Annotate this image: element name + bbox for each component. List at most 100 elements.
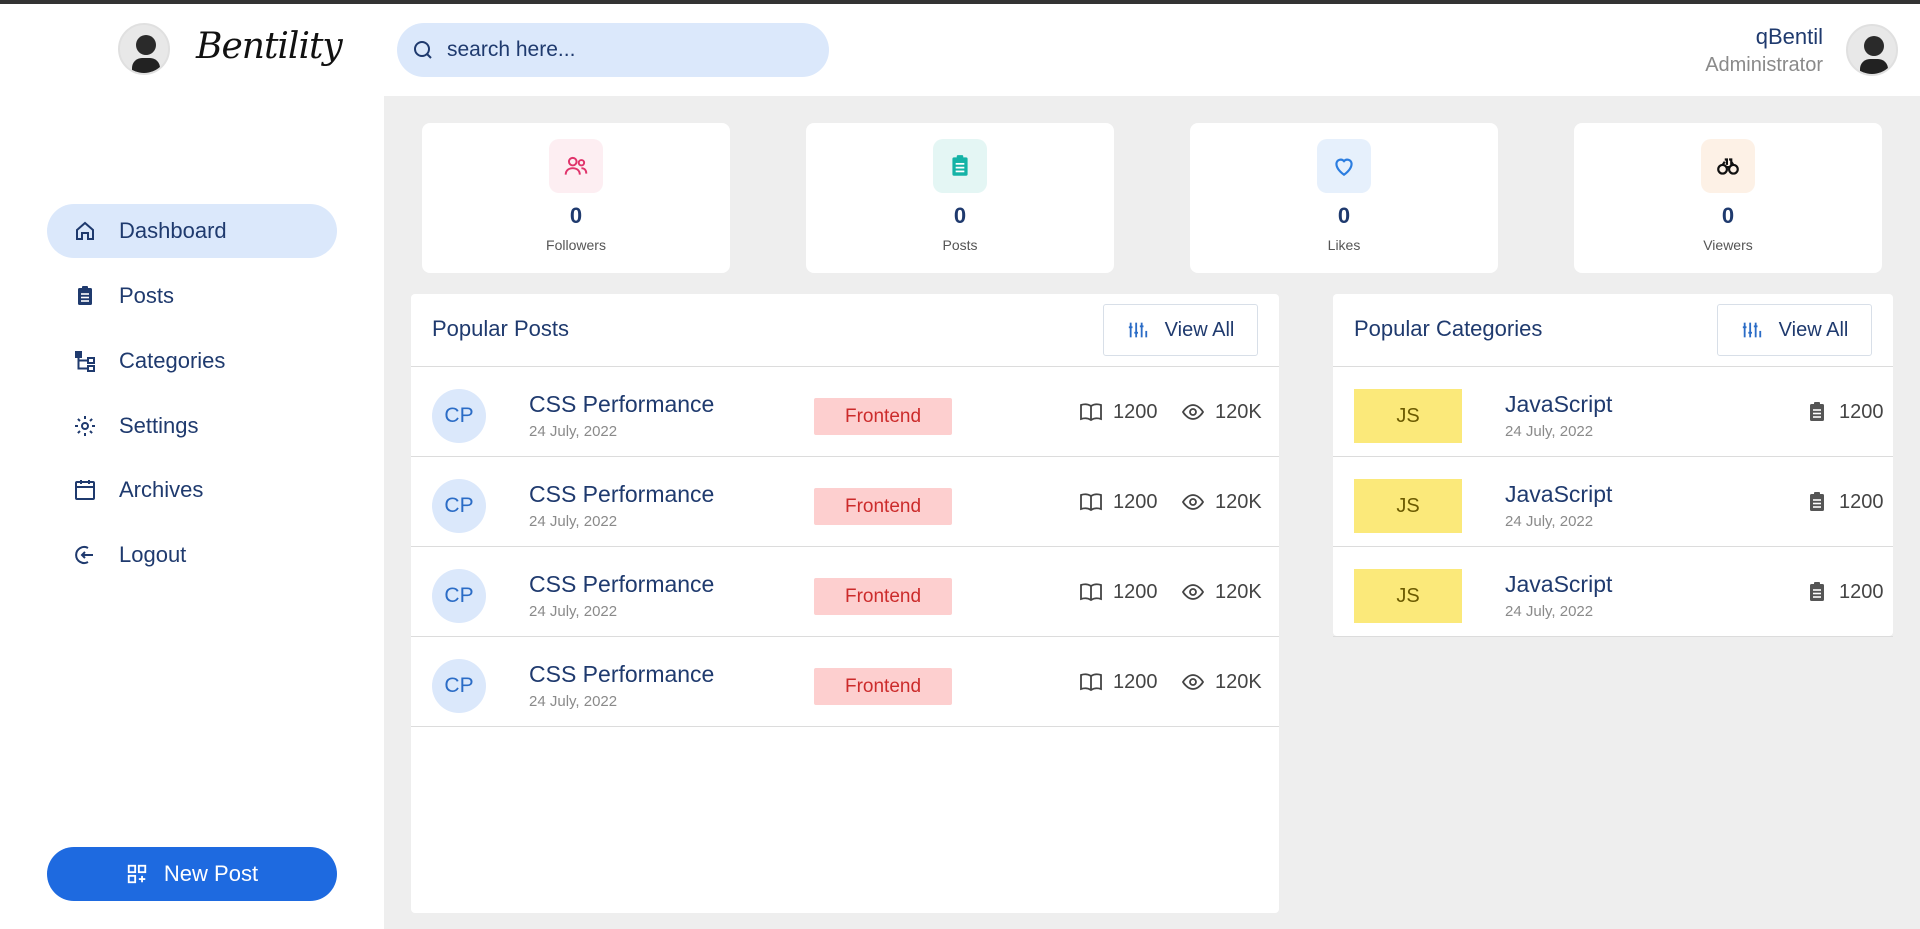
popular-categories-panel: Popular Categories View All JS JavaScrip… bbox=[1333, 294, 1893, 637]
post-reads: 1200 bbox=[1079, 400, 1158, 424]
category-row[interactable]: JS JavaScript 24 July, 2022 1200 bbox=[1333, 367, 1893, 457]
post-views: 120K bbox=[1181, 400, 1262, 424]
count-value: 1200 bbox=[1839, 490, 1884, 513]
user-avatar[interactable] bbox=[1846, 24, 1898, 76]
search-icon bbox=[414, 41, 432, 59]
post-row[interactable]: CP CSS Performance 24 July, 2022 Fronten… bbox=[411, 547, 1279, 637]
eye-icon bbox=[1181, 674, 1205, 690]
book-icon bbox=[1080, 583, 1102, 602]
sidebar-item-dashboard[interactable]: Dashboard bbox=[47, 204, 337, 258]
user-role: Administrator bbox=[1705, 54, 1823, 76]
sidebar-item-settings[interactable]: Settings bbox=[47, 399, 337, 453]
categories-list: JS JavaScript 24 July, 2022 1200 JS Java… bbox=[1333, 366, 1893, 637]
clipboard-icon bbox=[1810, 582, 1824, 601]
sidebar-item-categories[interactable]: Categories bbox=[47, 334, 337, 388]
category-badge: JS bbox=[1354, 569, 1462, 623]
post-row[interactable]: CP CSS Performance 24 July, 2022 Fronten… bbox=[411, 637, 1279, 727]
category-badge: JS bbox=[1354, 479, 1462, 533]
new-post-label: New Post bbox=[163, 861, 259, 886]
stat-icon-box bbox=[549, 139, 603, 193]
grid-plus-icon bbox=[127, 864, 147, 884]
category-date: 24 July, 2022 bbox=[1505, 513, 1594, 530]
category-count: 1200 bbox=[1805, 490, 1884, 514]
eye-icon bbox=[1181, 584, 1205, 600]
sidebar-item-label: Posts bbox=[119, 283, 175, 308]
user-name: qBentil bbox=[1755, 24, 1823, 49]
post-row[interactable]: CP CSS Performance 24 July, 2022 Fronten… bbox=[411, 367, 1279, 457]
category-date: 24 July, 2022 bbox=[1505, 423, 1594, 440]
views-count: 120K bbox=[1215, 400, 1262, 423]
book-icon bbox=[1080, 493, 1102, 512]
stat-value: 0 bbox=[1721, 203, 1735, 228]
post-title[interactable]: CSS Performance bbox=[529, 661, 714, 688]
brand-avatar bbox=[118, 23, 170, 75]
post-initials-avatar: CP bbox=[432, 479, 486, 533]
category-badge: JS bbox=[1354, 389, 1462, 443]
categories-view-all-button[interactable]: View All bbox=[1717, 304, 1872, 356]
main-content: 0 Followers 0 Posts 0 Likes 0 Viewers Po… bbox=[384, 96, 1920, 929]
users-icon bbox=[564, 156, 588, 175]
new-post-button[interactable]: New Post bbox=[47, 847, 337, 901]
post-row[interactable]: CP CSS Performance 24 July, 2022 Fronten… bbox=[411, 457, 1279, 547]
sidebar-item-posts[interactable]: Posts bbox=[47, 269, 337, 323]
stat-label: Viewers bbox=[1703, 237, 1753, 253]
stat-icon-box bbox=[933, 139, 987, 193]
posts-view-all-button[interactable]: View All bbox=[1103, 304, 1258, 356]
sliders-icon bbox=[1742, 322, 1761, 338]
sidebar-item-archives[interactable]: Archives bbox=[47, 463, 337, 517]
eye-icon bbox=[1181, 404, 1205, 420]
category-count: 1200 bbox=[1805, 400, 1884, 424]
post-date: 24 July, 2022 bbox=[529, 513, 618, 530]
views-count: 120K bbox=[1215, 670, 1262, 693]
stat-value: 0 bbox=[1337, 203, 1351, 228]
post-title[interactable]: CSS Performance bbox=[529, 391, 714, 418]
calendar-icon bbox=[75, 480, 95, 500]
post-title[interactable]: CSS Performance bbox=[529, 481, 714, 508]
post-tag[interactable]: Frontend bbox=[814, 578, 952, 615]
sidebar-item-logout[interactable]: Logout bbox=[47, 528, 337, 582]
views-count: 120K bbox=[1215, 580, 1262, 603]
search-input[interactable] bbox=[447, 38, 807, 62]
stat-label: Likes bbox=[1327, 237, 1361, 253]
stat-label: Posts bbox=[942, 237, 978, 253]
book-icon bbox=[1080, 673, 1102, 692]
post-title[interactable]: CSS Performance bbox=[529, 571, 714, 598]
category-title[interactable]: JavaScript bbox=[1505, 571, 1612, 598]
post-tag[interactable]: Frontend bbox=[814, 668, 952, 705]
heart-icon bbox=[1335, 158, 1353, 176]
post-reads: 1200 bbox=[1079, 490, 1158, 514]
reads-count: 1200 bbox=[1113, 400, 1158, 423]
stat-value: 0 bbox=[569, 203, 583, 228]
category-count: 1200 bbox=[1805, 580, 1884, 604]
popular-posts-panel: Popular Posts View All CP CSS Performanc… bbox=[411, 294, 1279, 913]
eye-icon bbox=[1181, 494, 1205, 510]
post-date: 24 July, 2022 bbox=[529, 693, 618, 710]
view-all-label: View All bbox=[1164, 318, 1235, 341]
brand-logo[interactable]: Bentility bbox=[196, 26, 343, 67]
gear-icon bbox=[75, 416, 95, 436]
posts-list: CP CSS Performance 24 July, 2022 Fronten… bbox=[411, 366, 1279, 727]
count-value: 1200 bbox=[1839, 400, 1884, 423]
sliders-icon bbox=[1128, 322, 1147, 338]
stat-card-viewers: 0 Viewers bbox=[1574, 123, 1882, 273]
category-title[interactable]: JavaScript bbox=[1505, 481, 1612, 508]
stat-card-posts: 0 Posts bbox=[806, 123, 1114, 273]
window-top-border bbox=[0, 0, 1920, 4]
post-views: 120K bbox=[1181, 670, 1262, 694]
post-date: 24 July, 2022 bbox=[529, 603, 618, 620]
logout-icon bbox=[75, 546, 93, 564]
post-tag[interactable]: Frontend bbox=[814, 398, 952, 435]
post-date: 24 July, 2022 bbox=[529, 423, 618, 440]
post-initials-avatar: CP bbox=[432, 659, 486, 713]
stat-label: Followers bbox=[546, 237, 606, 253]
category-row[interactable]: JS JavaScript 24 July, 2022 1200 bbox=[1333, 457, 1893, 547]
sidebar-item-label: Archives bbox=[119, 477, 204, 502]
binoculars-icon bbox=[1717, 158, 1739, 175]
search-bar[interactable] bbox=[397, 23, 829, 77]
book-icon bbox=[1080, 403, 1102, 422]
category-row[interactable]: JS JavaScript 24 July, 2022 1200 bbox=[1333, 547, 1893, 637]
post-tag[interactable]: Frontend bbox=[814, 488, 952, 525]
category-date: 24 July, 2022 bbox=[1505, 603, 1594, 620]
category-title[interactable]: JavaScript bbox=[1505, 391, 1612, 418]
reads-count: 1200 bbox=[1113, 670, 1158, 693]
